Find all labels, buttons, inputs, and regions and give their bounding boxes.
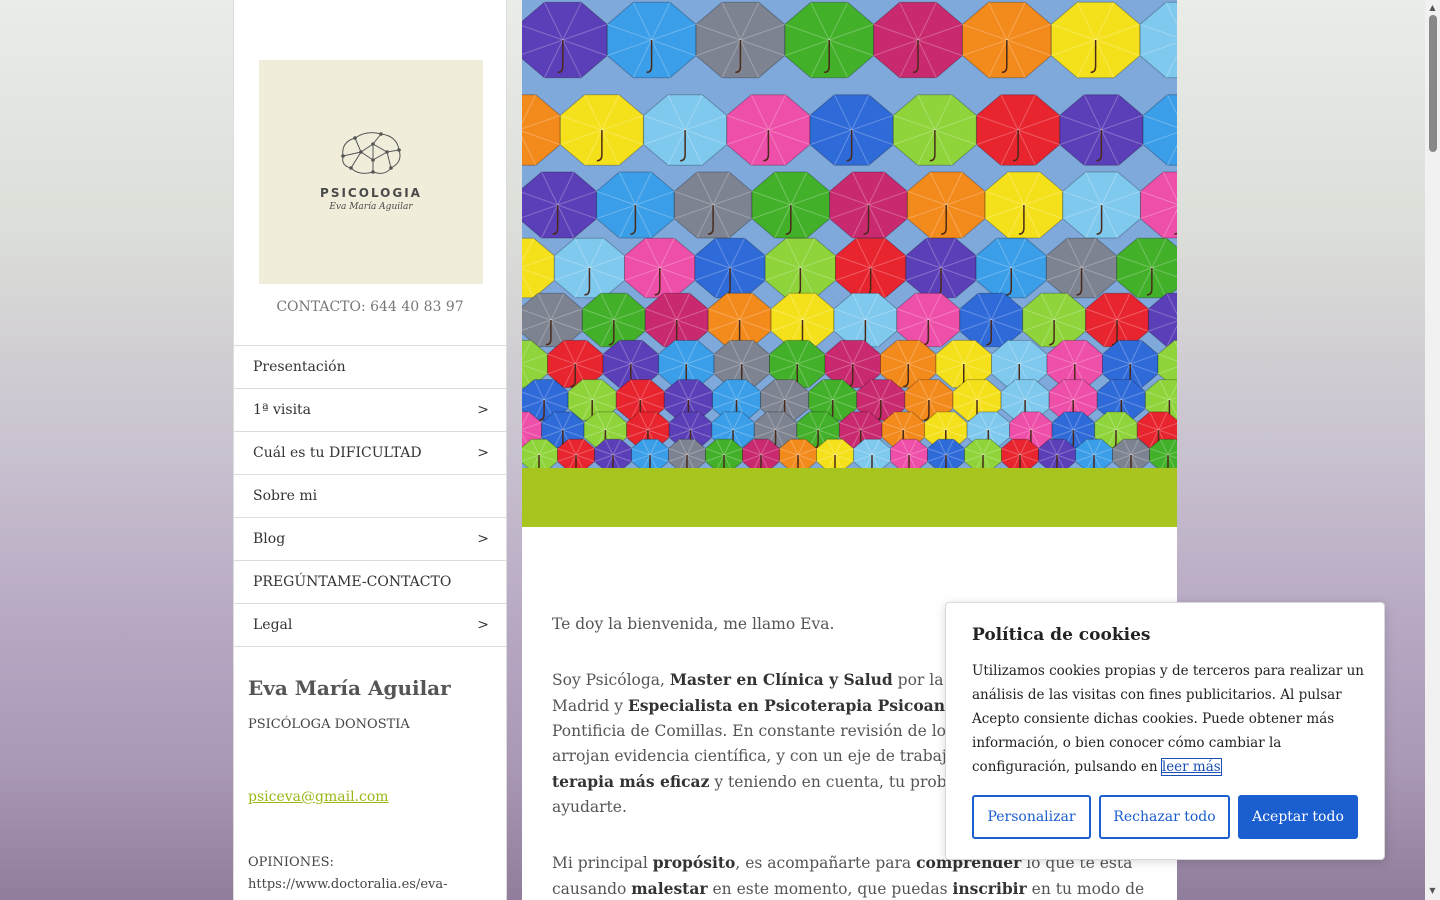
reject-all-button[interactable]: Rechazar todo	[1099, 795, 1230, 839]
opinions-url[interactable]: https://www.doctoralia.es/eva-	[248, 874, 498, 896]
scroll-up-icon[interactable]: ▲	[1428, 3, 1437, 12]
accent-band	[522, 468, 1177, 527]
logo-subtitle: Eva María Aguilar	[329, 202, 413, 212]
logo-wordmark: PSICOLOGIA	[320, 186, 422, 200]
read-more-link[interactable]: leer más	[1160, 758, 1222, 776]
submenu-arrow-icon: >	[477, 445, 489, 461]
cookie-text: Utilizamos cookies propias y de terceros…	[972, 663, 1365, 776]
contact-phone: CONTACTO: 644 40 83 97	[276, 299, 464, 315]
site-logo[interactable]: PSICOLOGIA Eva María Aguilar	[259, 60, 483, 284]
nav-item-contacto[interactable]: PREGÚNTAME-CONTACTO	[234, 560, 506, 603]
page-scrollbar[interactable]: ▲ ▼	[1425, 0, 1440, 900]
nav-item-label: 1ª visita	[253, 402, 312, 418]
submenu-arrow-icon: >	[477, 402, 489, 418]
nav-item-presentacion[interactable]: Presentación	[234, 345, 506, 388]
nav-item-label: PREGÚNTAME-CONTACTO	[253, 574, 452, 590]
cookie-dialog: Política de cookies Utilizamos cookies p…	[945, 602, 1385, 860]
nav-item-label: Sobre mi	[253, 488, 318, 504]
nav-item-primera-visita[interactable]: 1ª visita >	[234, 388, 506, 431]
background-left	[0, 0, 233, 900]
submenu-arrow-icon: >	[477, 617, 489, 633]
scrollbar-thumb[interactable]	[1429, 15, 1437, 152]
opinions-block: OPINIONES: https://www.doctoralia.es/eva…	[248, 852, 498, 896]
submenu-arrow-icon: >	[477, 531, 489, 547]
nav-item-label: Cuál es tu DIFICULTAD	[253, 445, 422, 461]
nav-item-label: Blog	[253, 531, 286, 547]
nav-item-sobre-mi[interactable]: Sobre mi	[234, 474, 506, 517]
scroll-down-icon[interactable]: ▼	[1428, 886, 1437, 895]
author-name: Eva María Aguilar	[248, 676, 451, 700]
accept-all-button[interactable]: Aceptar todo	[1238, 795, 1358, 839]
main-nav: Presentación 1ª visita > Cuál es tu DIFI…	[234, 345, 506, 647]
nav-item-blog[interactable]: Blog >	[234, 517, 506, 560]
hero-umbrellas-image	[522, 0, 1177, 468]
customize-button[interactable]: Personalizar	[972, 795, 1091, 839]
sidebar: PSICOLOGIA Eva María Aguilar CONTACTO: 6…	[233, 0, 507, 900]
opinions-label: OPINIONES:	[248, 855, 334, 870]
nav-item-label: Legal	[253, 617, 293, 633]
nav-item-dificultad[interactable]: Cuál es tu DIFICULTAD >	[234, 431, 506, 474]
email-link[interactable]: psiceva@gmail.com	[248, 789, 389, 805]
cookie-title: Política de cookies	[972, 625, 1151, 645]
nav-item-legal[interactable]: Legal >	[234, 603, 506, 647]
author-role: PSICÓLOGA DONOSTIA	[248, 717, 410, 732]
brain-network-icon	[341, 132, 401, 174]
nav-item-label: Presentación	[253, 359, 346, 375]
